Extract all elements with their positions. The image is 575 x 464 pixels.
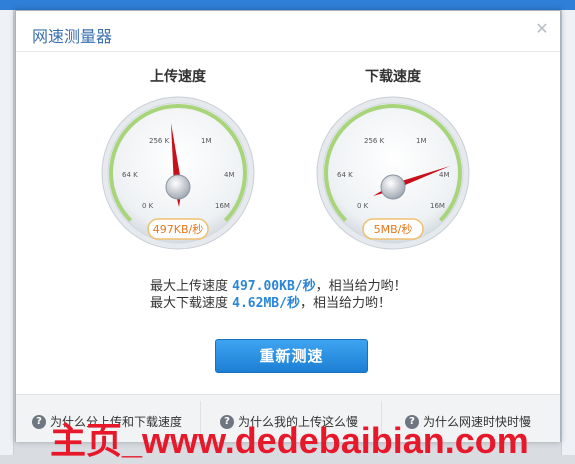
tick-label: 256 K	[364, 137, 385, 145]
max-download-value: 4.62MB/秒	[232, 296, 300, 311]
background-left-edge	[0, 10, 14, 455]
retest-button[interactable]: 重新测速	[215, 339, 368, 373]
close-icon[interactable]: ✕	[534, 21, 550, 37]
max-upload-value: 497.00KB/秒	[232, 279, 316, 294]
tick-label: 4M	[224, 171, 235, 179]
background-window-strip	[0, 0, 575, 10]
tick-label: 0 K	[142, 202, 154, 210]
tick-label: 64 K	[337, 171, 353, 179]
upload-gauge-title: 上传速度	[150, 69, 206, 85]
max-download-label: 最大下载速度	[150, 296, 229, 311]
max-download-line: 最大下载速度 4.62MB/秒，相当给力哟！	[150, 295, 407, 312]
max-upload-comment: ，相当给力哟！	[315, 279, 407, 294]
speed-test-dialog: 网速测量器 ✕ 上传速度 下载速度 0 K 64 K 256 K 1M 4M 1…	[15, 10, 561, 442]
tick-label: 0 K	[357, 202, 369, 210]
gauge-knob	[165, 174, 191, 200]
question-icon: ?	[32, 414, 46, 429]
title-divider	[16, 51, 560, 52]
download-gauge-title: 下载速度	[365, 69, 421, 85]
tick-label: 4M	[439, 171, 450, 179]
max-upload-label: 最大上传速度	[150, 279, 229, 294]
dialog-title: 网速测量器	[32, 27, 113, 46]
tick-label: 256 K	[149, 137, 170, 145]
upload-readout: 497KB/秒	[153, 222, 203, 236]
tick-label: 1M	[201, 137, 212, 145]
max-speed-stats: 最大上传速度 497.00KB/秒，相当给力哟！ 最大下载速度 4.62MB/秒…	[150, 278, 407, 312]
tick-label: 16M	[430, 202, 445, 210]
tick-label: 16M	[215, 202, 230, 210]
max-download-comment: ，相当给力哟！	[299, 296, 391, 311]
tick-label: 1M	[416, 137, 427, 145]
tick-label: 64 K	[122, 171, 138, 179]
upload-gauge: 0 K 64 K 256 K 1M 4M 16M 497KB/秒	[101, 96, 255, 250]
background-right-edge	[561, 10, 575, 455]
max-upload-line: 最大上传速度 497.00KB/秒，相当给力哟！	[150, 278, 407, 295]
download-gauge: 0 K 64 K 256 K 1M 4M 16M 5MB/秒	[316, 96, 470, 250]
download-readout: 5MB/秒	[374, 222, 413, 236]
gauge-knob	[380, 174, 406, 200]
watermark: 主页_www.dedebaibian.com	[50, 420, 529, 461]
